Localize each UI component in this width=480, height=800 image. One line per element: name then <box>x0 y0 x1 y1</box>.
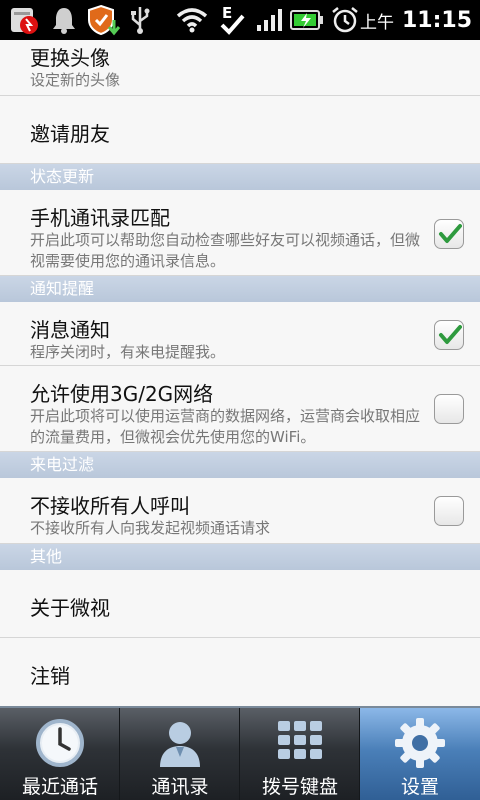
data-indicator-text: E <box>222 4 232 22</box>
message-notify-title: 消息通知 <box>30 318 110 342</box>
battery-charging-icon <box>290 4 324 36</box>
allow-network-checkbox[interactable] <box>434 394 464 424</box>
wifi-icon <box>174 4 210 36</box>
allow-network-row[interactable]: 允许使用3G/2G网络 开启此项将可以使用运营商的数据网络，运营商会收取相应的流… <box>0 366 480 452</box>
section-header-filter: 来电过滤 <box>0 452 480 478</box>
contacts-match-title: 手机通讯录匹配 <box>30 206 170 230</box>
shield-download-icon <box>86 4 122 36</box>
reject-all-title: 不接收所有人呼叫 <box>30 494 190 518</box>
allow-network-subtitle: 开启此项将可以使用运营商的数据网络，运营商会收取相应的流量费用，但微视会优先使用… <box>30 407 421 446</box>
tab-label: 拨号键盘 <box>261 776 338 798</box>
change-avatar-subtitle: 设定新的头像 <box>30 71 121 89</box>
data-edge-icon: E <box>218 4 248 36</box>
message-notify-subtitle: 程序关闭时，有来电提醒我。 <box>30 343 226 361</box>
allow-network-title: 允许使用3G/2G网络 <box>30 382 214 406</box>
bell-icon <box>48 4 80 36</box>
signal-icon <box>254 4 284 36</box>
contact-icon <box>120 714 240 772</box>
contacts-match-checkbox[interactable] <box>434 219 464 249</box>
dialpad-icon <box>240 714 360 772</box>
checkmark-icon <box>439 325 462 344</box>
about-title: 关于微视 <box>30 596 110 620</box>
section-header-notify: 通知提醒 <box>0 276 480 302</box>
ampm-label: 上午 <box>359 12 394 33</box>
tab-dialpad[interactable]: 拨号键盘 <box>240 708 360 800</box>
time-label: 11:15 <box>401 7 472 33</box>
checkmark-icon <box>439 224 462 243</box>
message-notify-row[interactable]: 消息通知 程序关闭时，有来电提醒我。 <box>0 302 480 366</box>
usb-icon <box>128 4 152 36</box>
reject-all-row[interactable]: 不接收所有人呼叫 不接收所有人向我发起视频通话请求 <box>0 478 480 544</box>
about-row[interactable]: 关于微视 <box>0 570 480 638</box>
tab-contacts[interactable]: 通讯录 <box>120 708 240 800</box>
tab-settings[interactable]: 设置 <box>360 708 480 800</box>
reject-all-checkbox[interactable] <box>434 496 464 526</box>
message-notify-checkbox[interactable] <box>434 320 464 350</box>
tab-label: 设置 <box>400 776 439 798</box>
tab-recent-calls[interactable]: 最近通话 <box>0 708 120 800</box>
tab-label: 通讯录 <box>151 776 209 798</box>
section-header-status: 状态更新 <box>0 164 480 190</box>
gear-icon <box>360 714 480 772</box>
reject-all-subtitle: 不接收所有人向我发起视频通话请求 <box>30 519 271 537</box>
alarm-icon <box>330 4 360 36</box>
app-notification-icon <box>8 4 40 36</box>
contacts-match-subtitle: 开启此项可以帮助您自动检查哪些好友可以视频通话，但微视需要使用您的通讯录信息。 <box>30 231 421 270</box>
change-avatar-row[interactable]: 更换头像 设定新的头像 <box>0 40 480 96</box>
settings-list[interactable]: 更换头像 设定新的头像 邀请朋友 状态更新 手机通讯录匹配 开启此项可以帮助您自… <box>0 40 480 706</box>
invite-friends-title: 邀请朋友 <box>30 122 110 146</box>
invite-friends-row[interactable]: 邀请朋友 <box>0 96 480 164</box>
status-bar: E 上午 11:15 <box>0 0 480 40</box>
section-header-other: 其他 <box>0 544 480 570</box>
status-clock: 上午 11:15 <box>360 0 472 40</box>
contacts-match-row[interactable]: 手机通讯录匹配 开启此项可以帮助您自动检查哪些好友可以视频通话，但微视需要使用您… <box>0 190 480 276</box>
clock-icon <box>0 714 120 772</box>
bottom-tab-bar: 最近通话 通讯录 拨号键盘 设置 <box>0 706 480 800</box>
tab-label: 最近通话 <box>21 776 98 798</box>
logout-title: 注销 <box>30 664 70 688</box>
change-avatar-title: 更换头像 <box>30 46 110 70</box>
logout-row[interactable]: 注销 <box>0 638 480 706</box>
